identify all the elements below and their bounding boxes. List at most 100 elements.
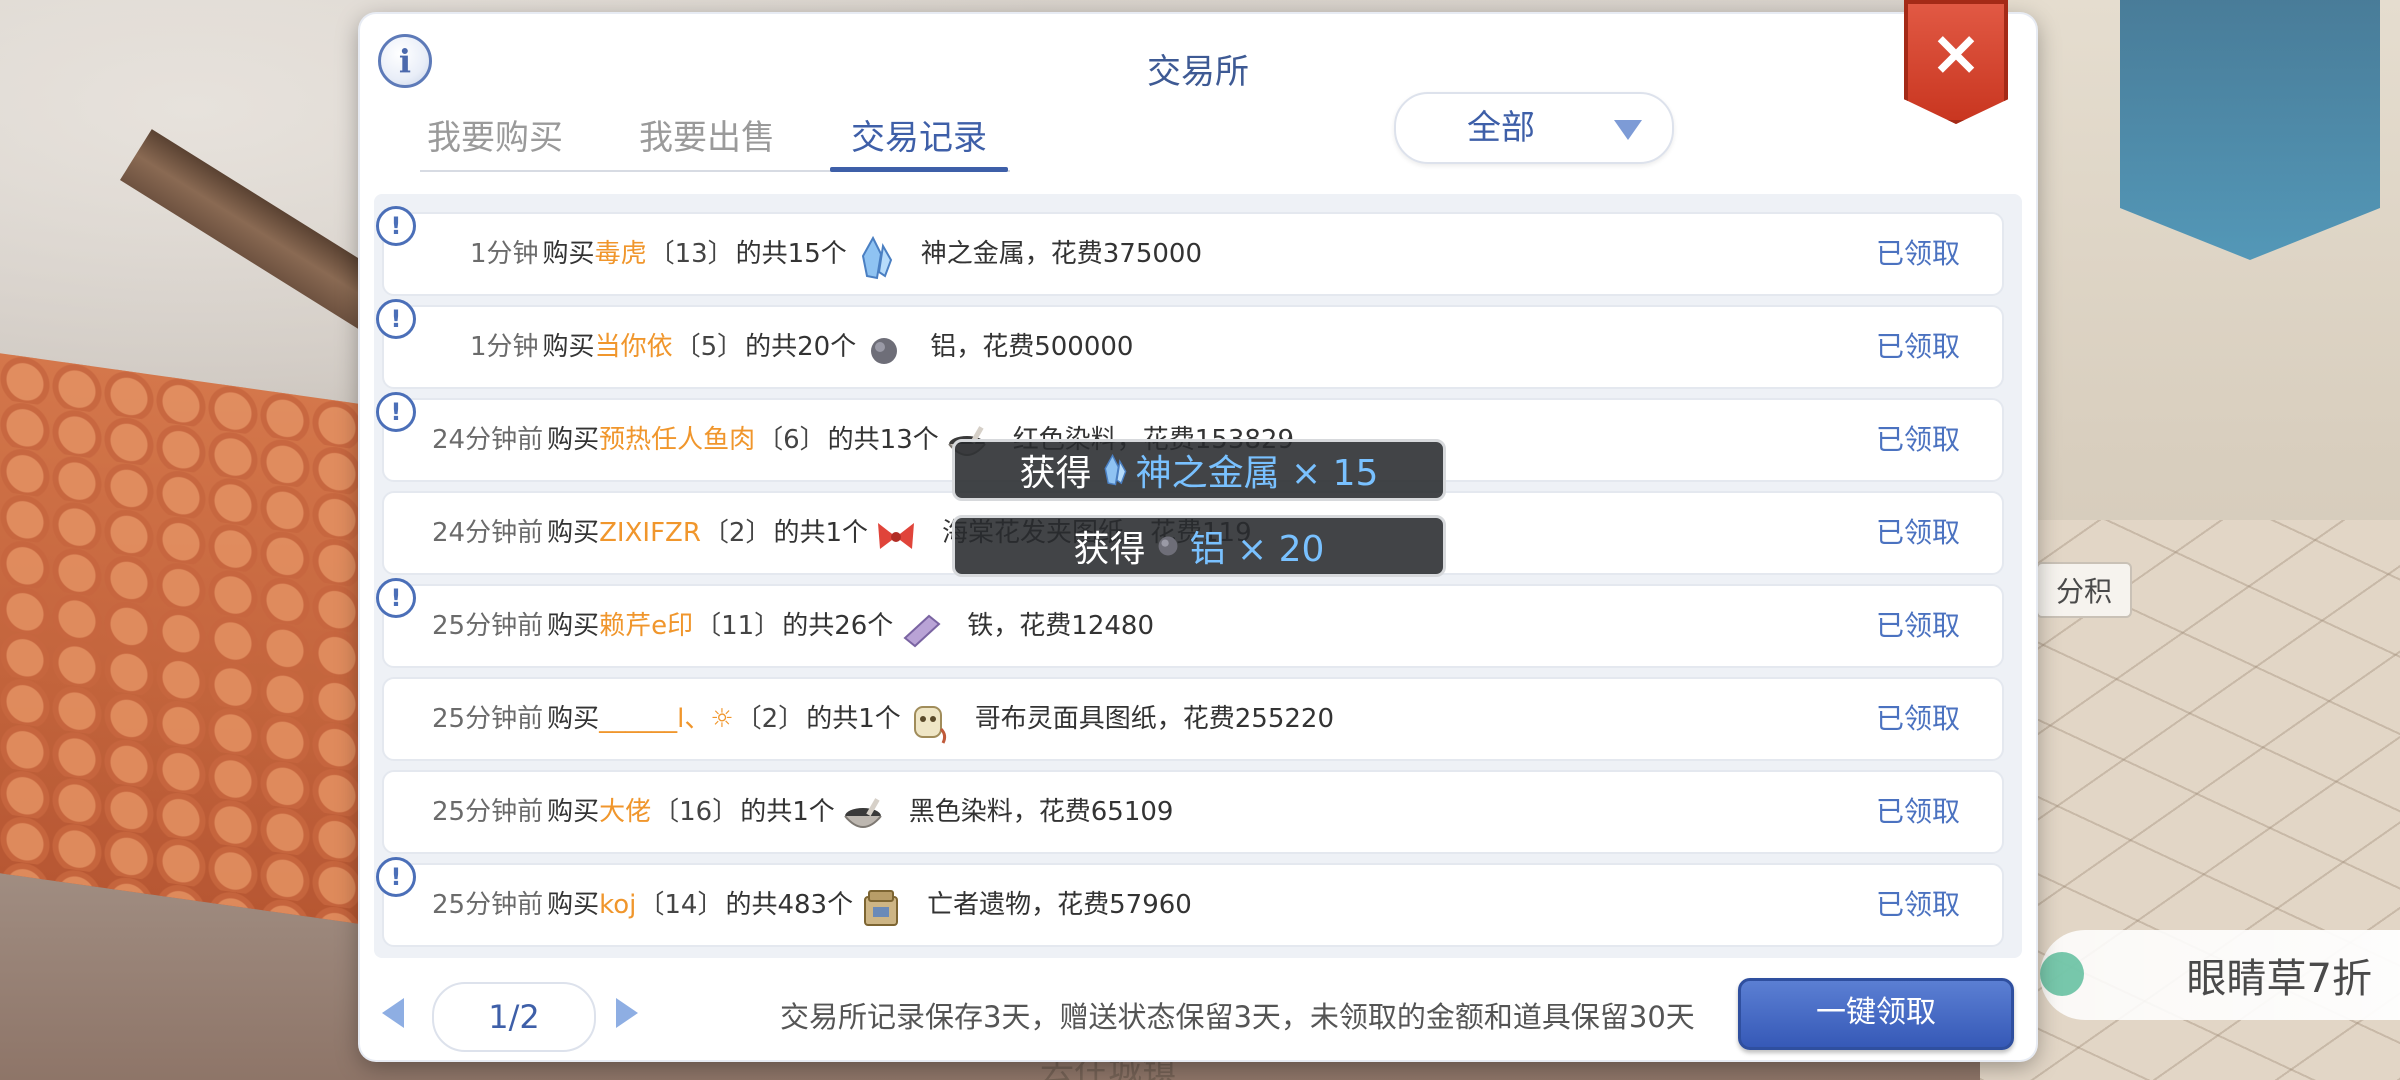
promo-icon (2040, 952, 2084, 996)
scene-chip[interactable]: 分积 (2036, 562, 2132, 618)
record-seller: 赖芹e印 (599, 611, 694, 641)
record-quantity: 的共15个 (735, 239, 847, 269)
close-button[interactable]: × (1904, 0, 2008, 124)
record-row[interactable]: ! 1分钟 购买 当你依 〔5〕 的共20个 铝，花费500000 已领取 (376, 299, 2004, 389)
record-row[interactable]: ! 25分钟前 购买 赖芹e印 〔11〕 的共26个 铁，花费12480 已领取 (376, 578, 2004, 668)
alert-icon[interactable]: ! (376, 299, 416, 339)
record-row[interactable]: ! 1分钟 购买 毒虎 〔13〕 的共15个 神之金属，花费375000 已领取 (376, 206, 2004, 296)
scene-blue-banner (2120, 0, 2380, 260)
record-seller: 当你依 (594, 332, 673, 362)
promo-banner[interactable]: 眼睛草7折 (2040, 930, 2400, 1020)
dropdown-arrow-icon (1614, 120, 1642, 140)
next-page-icon[interactable] (616, 998, 638, 1028)
record-time: 24分钟前 (432, 425, 544, 455)
record-text: 25分钟前 购买 koj 〔14〕 的共483个 亡者遗物，花费57960 (432, 865, 1192, 945)
record-status: 已领取 (1875, 423, 1960, 456)
toast-prefix: 获得 (1019, 453, 1092, 494)
record-item: 亡者遗物，花费57960 (927, 890, 1192, 920)
record-seller-level: 〔13〕 (648, 239, 734, 269)
record-seller-level: 〔6〕 (757, 425, 826, 455)
record-time: 24分钟前 (432, 518, 544, 548)
record-text: 1分钟 购买 毒虎 〔13〕 的共15个 神之金属，花费375000 (470, 214, 1202, 294)
tab-bar: 我要购买 我要出售 交易记录 (420, 108, 1010, 172)
crystal-icon (1098, 453, 1130, 486)
alert-icon[interactable]: ! (376, 578, 416, 618)
record-quantity: 的共26个 (782, 611, 894, 641)
dye-bowl-icon (841, 790, 885, 834)
claim-all-button[interactable]: 一键领取 (1738, 978, 2014, 1050)
filter-dropdown[interactable]: 全部 (1394, 92, 1674, 164)
record-text: 25分钟前 购买 ______l、☼ 〔2〕 的共1个 哥布灵面具图纸，花费255220 (432, 679, 1334, 759)
record-quantity: 的共1个 (773, 518, 868, 548)
record-time: 25分钟前 (432, 890, 544, 920)
record-quantity: 的共1个 (740, 797, 835, 827)
toast-item: 神之金属 × 15 (1135, 453, 1379, 494)
record-item: 铁，花费12480 (967, 611, 1155, 641)
record-seller-level: 〔16〕 (653, 797, 739, 827)
footer-note: 交易所记录保存3天，赠送状态保留3天，未领取的金额和道具保留30天 (780, 1000, 1695, 1034)
bow-icon (874, 511, 918, 555)
alert-icon[interactable]: ! (376, 392, 416, 432)
alert-icon[interactable]: ! (376, 206, 416, 246)
record-action: 购买 (547, 518, 600, 548)
record-seller-level: 〔5〕 (674, 332, 744, 362)
record-action: 购买 (547, 890, 600, 920)
record-seller-level: 〔14〕 (638, 890, 724, 920)
prev-page-icon[interactable] (382, 998, 404, 1028)
alert-icon[interactable]: ! (376, 857, 416, 897)
page-indicator: 1/2 (432, 982, 596, 1052)
record-action: 购买 (542, 332, 595, 362)
relic-icon (859, 883, 903, 927)
record-time: 1分钟 (470, 239, 539, 269)
ore-icon (862, 325, 906, 369)
record-seller-level: 〔2〕 (702, 518, 772, 548)
record-action: 购买 (547, 704, 600, 734)
record-status: 已领取 (1875, 609, 1960, 642)
promo-text: 眼睛草7折 (2186, 956, 2372, 1002)
panel-title: 交易所 (1147, 52, 1249, 92)
iron-icon (899, 604, 943, 648)
record-quantity: 的共483个 (725, 890, 854, 920)
record-item: 神之金属，花费375000 (920, 239, 1203, 269)
record-status: 已领取 (1875, 795, 1960, 828)
record-time: 25分钟前 (432, 797, 544, 827)
record-quantity: 的共1个 (806, 704, 901, 734)
record-action: 购买 (547, 611, 600, 641)
record-action: 购买 (542, 239, 595, 269)
record-seller: 大佬 (599, 797, 652, 827)
tab-records[interactable]: 交易记录 (830, 108, 1008, 172)
toast-item: 铝 × 20 (1189, 529, 1325, 570)
record-seller-level: 〔11〕 (695, 611, 781, 641)
record-status: 已领取 (1875, 888, 1960, 921)
record-seller: 毒虎 (594, 239, 647, 269)
record-quantity: 的共20个 (745, 332, 857, 362)
reward-toast: 获得 神之金属 × 15 (952, 439, 1446, 501)
record-row[interactable]: ! 25分钟前 购买 koj 〔14〕 的共483个 亡者遗物，花费57960 已领取 (376, 857, 2004, 947)
record-seller: 预热任人鱼肉 (599, 425, 756, 455)
crystal-icon (853, 232, 897, 280)
record-seller: ______l、☼ (599, 704, 734, 734)
record-seller: ZIXIFZR (599, 518, 701, 548)
scene-roof-tiles (0, 353, 380, 927)
record-seller: koj (599, 890, 637, 920)
ore-icon (1152, 530, 1184, 562)
reward-toast: 获得 铝 × 20 (952, 515, 1446, 577)
record-text: 25分钟前 购买 大佬 〔16〕 的共1个 黑色染料，花费65109 (432, 772, 1173, 852)
record-time: 25分钟前 (432, 611, 544, 641)
toast-prefix: 获得 (1073, 529, 1146, 570)
record-item: 黑色染料，花费65109 (908, 797, 1174, 827)
record-item: 铝，花费500000 (930, 332, 1134, 362)
tab-buy[interactable]: 我要购买 (420, 108, 570, 168)
record-row[interactable]: 25分钟前 购买 ______l、☼ 〔2〕 的共1个 哥布灵面具图纸，花费255220 已… (382, 677, 2004, 761)
record-status: 已领取 (1875, 516, 1960, 549)
record-item: 哥布灵面具图纸，花费255220 (974, 704, 1335, 734)
tab-sell[interactable]: 我要出售 (632, 108, 782, 168)
record-text: 1分钟 购买 当你依 〔5〕 的共20个 铝，花费500000 (470, 307, 1133, 387)
record-status: 已领取 (1875, 237, 1960, 270)
record-text: 25分钟前 购买 赖芹e印 〔11〕 的共26个 铁，花费12480 (432, 586, 1154, 666)
record-time: 1分钟 (470, 332, 539, 362)
record-status: 已领取 (1875, 330, 1960, 363)
mask-icon (907, 697, 951, 744)
record-seller-level: 〔2〕 (735, 704, 805, 734)
record-row[interactable]: 25分钟前 购买 大佬 〔16〕 的共1个 黑色染料，花费65109 已领取 (382, 770, 2004, 854)
